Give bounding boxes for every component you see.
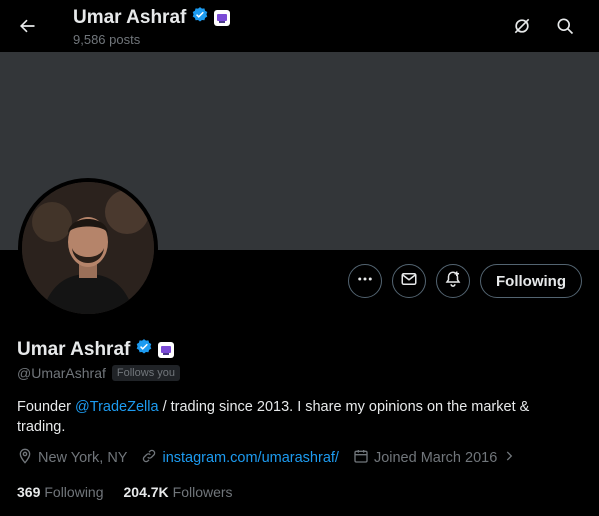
location-icon: [17, 448, 33, 468]
affiliate-badge-icon[interactable]: [158, 341, 175, 358]
profile-name: Umar Ashraf: [17, 338, 131, 360]
message-button[interactable]: [392, 264, 426, 298]
affiliate-badge-icon[interactable]: [214, 9, 231, 26]
following-count: 369: [17, 484, 41, 500]
top-bar: Umar Ashraf 9,586 posts: [0, 0, 599, 52]
page-title: Umar Ashraf: [73, 6, 187, 28]
followers-count: 204.7K: [123, 484, 169, 500]
message-icon: [400, 270, 418, 293]
following-button[interactable]: Following: [480, 264, 582, 298]
profile-handle: @UmarAshraf: [17, 365, 106, 381]
calendar-icon: [353, 448, 369, 468]
profile-meta: New York, NY instagram.com/umarashraf/ J…: [17, 448, 530, 468]
verified-badge-icon[interactable]: [135, 338, 153, 361]
bio-text: Founder: [17, 399, 76, 415]
more-icon: [356, 270, 374, 293]
profile-header: Umar Ashraf 9,586 posts: [73, 6, 231, 47]
website-item[interactable]: instagram.com/umarashraf/: [141, 448, 339, 468]
website-link[interactable]: instagram.com/umarashraf/: [162, 450, 338, 466]
followers-label: Followers: [172, 484, 233, 500]
link-icon: [141, 448, 157, 468]
follow-stats: 369 Following 204.7K Followers: [17, 484, 253, 500]
search-icon[interactable]: [552, 13, 578, 39]
post-count: 9,586 posts: [73, 32, 141, 47]
chevron-right-icon: [502, 449, 516, 467]
bio-mention-link[interactable]: @TradeZella: [75, 399, 159, 415]
handle-row: @UmarAshraf Follows you: [17, 365, 180, 381]
notification-bell-icon: [444, 270, 462, 293]
back-arrow-icon[interactable]: [12, 12, 42, 40]
verified-badge-icon: [191, 6, 209, 29]
profile-bio: Founder @TradeZella / trading since 2013…: [17, 397, 577, 437]
follows-you-badge: Follows you: [111, 365, 180, 381]
avatar[interactable]: [22, 182, 154, 314]
notification-button[interactable]: [436, 264, 470, 298]
more-button[interactable]: [348, 264, 382, 298]
profile-name-row: Umar Ashraf: [17, 338, 175, 361]
following-stat[interactable]: 369 Following: [17, 484, 104, 500]
joined-text: Joined March 2016: [373, 450, 498, 466]
joined-item[interactable]: Joined March 2016: [353, 448, 516, 468]
location-text: New York, NY: [38, 450, 128, 466]
grok-icon[interactable]: [509, 13, 535, 39]
location-item: New York, NY: [17, 448, 127, 468]
following-label: Following: [44, 484, 104, 500]
followers-stat[interactable]: 204.7K Followers: [124, 484, 233, 500]
